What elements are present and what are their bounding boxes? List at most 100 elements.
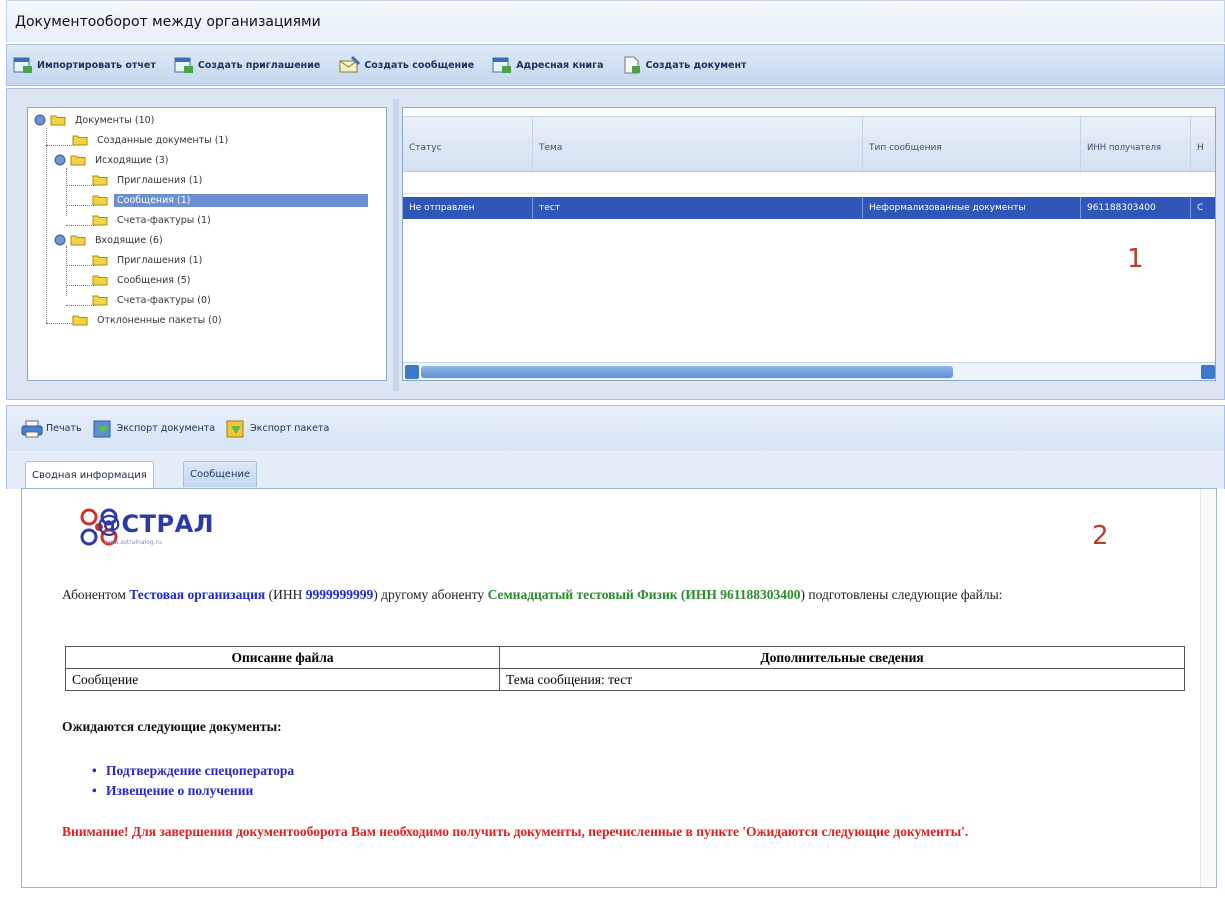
window-title: Документооборот между организациями: [15, 14, 321, 30]
cell-recipient-inn: 961188303400: [1081, 197, 1191, 219]
tree-label: Документы (10): [75, 114, 155, 126]
file-details: Тема сообщения: тест: [499, 668, 1185, 691]
tree-item-root[interactable]: Документы (10): [34, 111, 157, 129]
address-book-icon: [492, 57, 512, 73]
tree-item-incoming-messages[interactable]: Сообщения (5): [92, 271, 194, 289]
messages-grid: Статус Тема Тип сообщения ИНН получателя…: [402, 107, 1216, 381]
create-invitation-button[interactable]: Создать приглашение: [174, 56, 320, 74]
tree-item-outgoing-invitations[interactable]: Приглашения (1): [92, 171, 205, 189]
logo-url: www.astralnalog.ru: [104, 539, 162, 546]
create-document-button[interactable]: Создать документ: [622, 56, 747, 74]
expected-docs-heading: Ожидаются следующие документы:: [62, 719, 282, 734]
files-header-description: Описание файла: [65, 646, 500, 669]
cell-message-type: Неформализованные документы: [863, 197, 1081, 219]
folder-icon: [92, 215, 108, 226]
annotation-marker-2: 2: [1092, 521, 1109, 551]
export-document-button[interactable]: Экспорт документа: [92, 420, 215, 438]
tree-label: Созданные документы (1): [97, 134, 229, 146]
column-header-recipient-inn[interactable]: ИНН получателя: [1081, 117, 1191, 173]
vertical-scrollbar[interactable]: [1200, 489, 1216, 887]
folder-icon: [92, 295, 108, 306]
print-label: Печать: [46, 423, 82, 434]
files-table: Описание файла Дополнительные сведения С…: [65, 646, 1185, 691]
export-package-icon: [226, 420, 244, 437]
tree-item-outgoing[interactable]: Исходящие (3): [54, 151, 172, 169]
table-row: Сообщение Тема сообщения: тест: [65, 668, 1185, 691]
tree-label: Сообщения (5): [117, 274, 191, 286]
intro-text: (ИНН: [265, 587, 306, 602]
export-document-icon: [93, 420, 111, 437]
tree-item-incoming[interactable]: Входящие (6): [54, 231, 166, 249]
column-header-subject[interactable]: Тема: [533, 117, 863, 173]
expand-toggle-icon[interactable]: [54, 154, 68, 166]
folder-icon: [72, 315, 88, 326]
expand-toggle-icon[interactable]: [34, 114, 48, 126]
expand-toggle-icon[interactable]: [54, 234, 68, 246]
intro-text: ) подготовлены следующие файлы:: [800, 587, 1003, 602]
tree-line: [66, 185, 94, 186]
folder-icon: [92, 195, 108, 206]
create-message-label: Создать сообщение: [364, 59, 475, 71]
tree-line: [66, 305, 94, 306]
intro-paragraph: Абонентом Тестовая организация (ИНН 9999…: [62, 585, 1172, 604]
tree-line: [66, 265, 94, 266]
horizontal-scrollbar[interactable]: [403, 362, 1215, 380]
tree-item-incoming-invitations[interactable]: Приглашения (1): [92, 251, 205, 269]
address-book-label: Адресная книга: [516, 59, 604, 71]
import-report-label: Импортировать отчет: [37, 59, 156, 71]
column-header-next[interactable]: Н: [1191, 117, 1215, 173]
scrollbar-thumb[interactable]: [421, 366, 953, 378]
tree-line: [66, 168, 67, 216]
tree-line: [66, 225, 94, 226]
main-toolbar: Импортировать отчет Создать приглашение …: [6, 44, 1225, 86]
folder-icon: [70, 235, 86, 246]
import-report-button[interactable]: Импортировать отчет: [13, 56, 156, 74]
tab-message[interactable]: Сообщение: [183, 461, 258, 487]
tree-item-created[interactable]: Созданные документы (1): [72, 131, 231, 149]
tree-item-outgoing-messages[interactable]: Сообщения (1): [92, 191, 368, 209]
export-package-label: Экспорт пакета: [250, 423, 330, 434]
recipient-name: Семнадцатый тестовый Физик (ИНН 96118830…: [487, 587, 801, 602]
vertical-splitter[interactable]: [393, 99, 399, 391]
scroll-right-icon[interactable]: [1201, 365, 1215, 379]
tree-item-outgoing-invoices[interactable]: Счета-фактуры (1): [92, 211, 214, 229]
tree-line: [66, 246, 67, 296]
file-description: Сообщение: [65, 668, 500, 691]
table-row[interactable]: Не отправлен тест Неформализованные доку…: [403, 197, 1215, 219]
summary-content: @СТРАЛ www.astralnalog.ru 2 Абонентом Те…: [21, 488, 1217, 888]
tab-summary[interactable]: Сводная информация: [25, 461, 154, 489]
cell-status: Не отправлен: [403, 197, 533, 219]
intro-text: ) другому абоненту: [373, 587, 488, 602]
folder-icon: [70, 155, 86, 166]
envelope-icon: [339, 56, 361, 73]
logo-wordmark: @СТРАЛ: [97, 510, 215, 538]
list-item: Подтверждение спецоператора: [92, 761, 294, 781]
document-icon: [624, 56, 640, 74]
filter-row[interactable]: [403, 172, 1215, 194]
tree-item-rejected[interactable]: Отклоненные пакеты (0): [72, 311, 225, 329]
tab-strip: Сводная информация Сообщение: [6, 451, 1225, 489]
top-pane: Документы (10) Созданные документы (1) И…: [6, 88, 1225, 400]
document-toolbar: Печать Экспорт документа Экспорт пакета: [6, 405, 1225, 451]
scroll-left-icon[interactable]: [405, 365, 419, 379]
tree-line: [46, 323, 74, 324]
folder-icon: [72, 135, 88, 146]
tree-label: Приглашения (1): [117, 254, 203, 266]
tree-line: [46, 145, 74, 146]
export-package-button[interactable]: Экспорт пакета: [225, 420, 329, 438]
cell-subject: тест: [533, 197, 863, 219]
tree-line: [66, 205, 94, 206]
tree-label: Счета-фактуры (1): [117, 214, 211, 226]
tree-label: Входящие (6): [95, 234, 163, 246]
folder-icon: [92, 275, 108, 286]
grid-header: Статус Тема Тип сообщения ИНН получателя…: [403, 116, 1215, 173]
print-button[interactable]: Печать: [21, 420, 82, 438]
cell-next: С: [1191, 197, 1215, 219]
column-header-message-type[interactable]: Тип сообщения: [863, 117, 1081, 173]
tree-label: Сообщения (1): [114, 193, 368, 207]
tree-item-incoming-invoices[interactable]: Счета-фактуры (0): [92, 291, 214, 309]
folder-icon: [92, 175, 108, 186]
column-header-status[interactable]: Статус: [403, 117, 533, 173]
address-book-button[interactable]: Адресная книга: [492, 56, 604, 74]
create-message-button[interactable]: Создать сообщение: [338, 56, 474, 74]
